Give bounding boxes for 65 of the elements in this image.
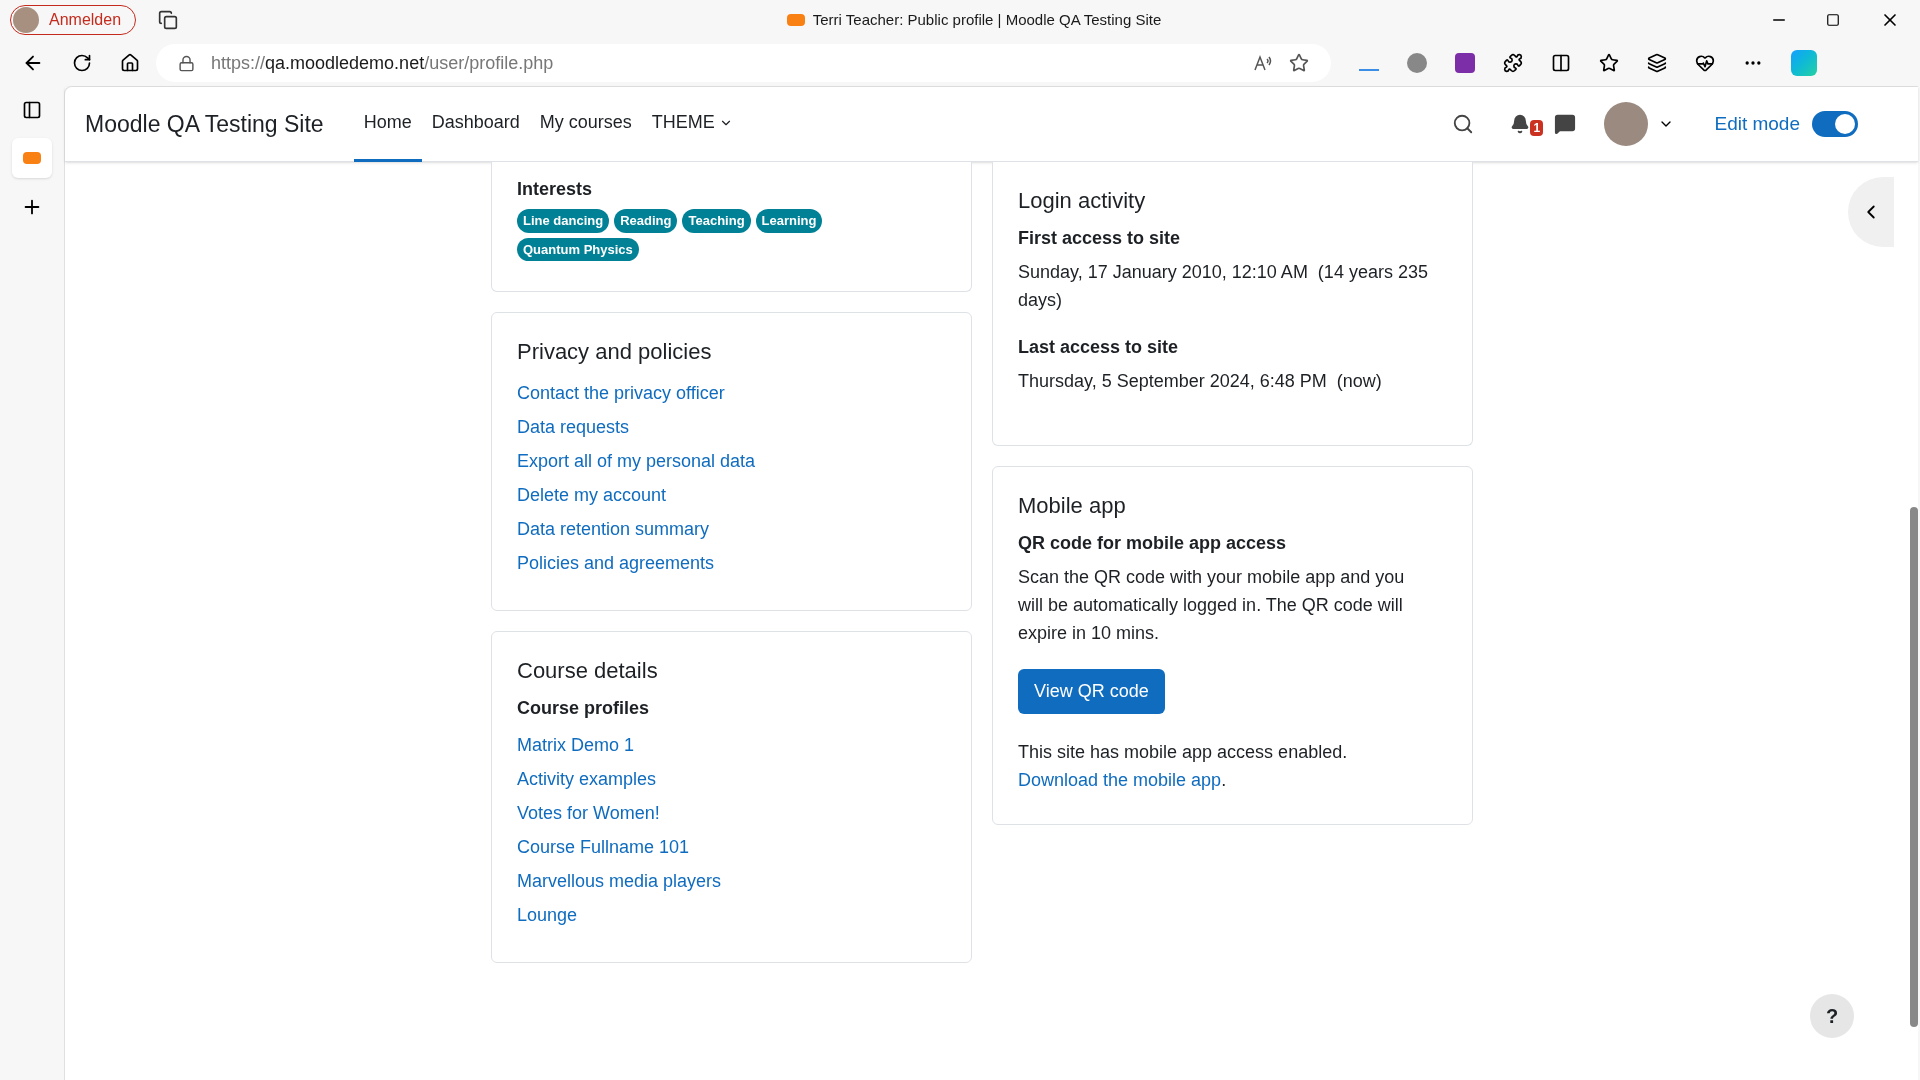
health-icon[interactable] xyxy=(1695,53,1715,73)
profile-link[interactable]: Export all of my personal data xyxy=(517,444,756,478)
tab-actions-icon[interactable] xyxy=(158,10,179,30)
profile-link[interactable]: Data retention summary xyxy=(517,512,710,546)
section-label: Last access to site xyxy=(1018,336,1180,359)
notifications-icon[interactable] xyxy=(1510,114,1531,134)
profile-link[interactable]: Marvellous media players xyxy=(517,864,722,898)
profile-link[interactable]: Delete my account xyxy=(517,478,667,512)
interest-tag[interactable]: Teaching xyxy=(682,209,751,233)
read-aloud-icon[interactable] xyxy=(1253,53,1273,73)
extensions-icon[interactable] xyxy=(1503,53,1523,73)
site-name[interactable]: Moodle QA Testing Site xyxy=(85,106,324,142)
card-heading: Mobile app xyxy=(1018,492,1127,520)
section-label: First access to site xyxy=(1018,227,1182,250)
download-app-link[interactable]: Download the mobile app xyxy=(1018,770,1222,790)
interest-tag[interactable]: Quantum Physics xyxy=(517,237,639,261)
interest-tag[interactable]: Reading xyxy=(614,209,678,233)
profile-link[interactable]: Votes for Women! xyxy=(517,796,660,830)
view-qr-code-button[interactable]: View QR code xyxy=(1018,669,1165,714)
nav-link[interactable]: My courses xyxy=(529,86,642,162)
drawer-toggle-button[interactable] xyxy=(1848,177,1894,247)
notification-count: 1 xyxy=(1530,120,1544,136)
reload-icon[interactable] xyxy=(72,53,92,73)
help-button[interactable]: ? xyxy=(1810,994,1854,1038)
card-heading: Course details xyxy=(517,657,659,685)
avatar-icon xyxy=(13,7,39,33)
favorites-icon[interactable] xyxy=(1599,53,1619,73)
section-label: QR code for mobile app access xyxy=(1018,532,1288,555)
lock-icon xyxy=(178,54,195,72)
section-label: Course profiles xyxy=(517,697,651,720)
edit-mode-switch[interactable] xyxy=(1812,111,1858,137)
nav-dropdown[interactable]: THEME xyxy=(641,86,743,162)
profile-link[interactable]: Matrix Demo 1 xyxy=(517,728,635,762)
home-icon[interactable] xyxy=(120,53,140,73)
profile-link[interactable]: Activity examples xyxy=(517,762,657,796)
search-icon[interactable] xyxy=(1452,113,1475,135)
restore-icon[interactable] xyxy=(1826,13,1840,27)
access-time: Thursday, 5 September 2024, 6:48 PM (now) xyxy=(1018,370,1383,393)
punctuation: . xyxy=(1221,770,1227,790)
url-text: https://qa.moodledemo.net/user/profile.php xyxy=(211,51,555,75)
user-avatar[interactable] xyxy=(1604,102,1649,146)
edit-mode-label: Edit mode xyxy=(1714,111,1800,136)
favorite-icon[interactable] xyxy=(1289,53,1309,73)
interest-tag[interactable]: Line dancing xyxy=(517,209,610,233)
profile-link[interactable]: Course Fullname 101 xyxy=(517,830,690,864)
interest-tag[interactable]: Learning xyxy=(755,209,823,233)
collections-icon[interactable] xyxy=(1647,53,1667,73)
scrollbar[interactable] xyxy=(1910,507,1918,1027)
window-title: Terri Teacher: Public profile | Moodle QA Testing Site xyxy=(812,9,1162,30)
address-bar[interactable]: https://qa.moodledemo.net/user/profile.php xyxy=(156,44,1331,82)
access-time: Sunday, 17 January 2010, 12:10 AM (14 years 235 days) xyxy=(1018,261,1429,312)
nav-link[interactable]: Home xyxy=(353,86,422,162)
card-heading: Login activity xyxy=(1018,187,1147,215)
nav-link[interactable]: Dashboard xyxy=(421,86,530,162)
card-heading: Privacy and policies xyxy=(517,338,713,366)
messages-icon[interactable] xyxy=(1554,113,1577,135)
mobile-status: This site has mobile app access enabled. xyxy=(1018,741,1349,764)
section-label: Interests xyxy=(517,178,594,201)
qr-description: Scan the QR code with your mobile app and you will be automatically logged in. The QR code will expire in 10 mins. xyxy=(1018,566,1406,645)
sidebar-toggle-icon[interactable] xyxy=(22,100,42,120)
split-screen-icon[interactable] xyxy=(1551,53,1571,73)
profile-link[interactable]: Policies and agreements xyxy=(517,546,715,580)
profile-link[interactable]: Contact the privacy officer xyxy=(517,376,725,410)
profile-link[interactable]: Data requests xyxy=(517,410,630,444)
profile-link[interactable]: Lounge xyxy=(517,898,578,932)
